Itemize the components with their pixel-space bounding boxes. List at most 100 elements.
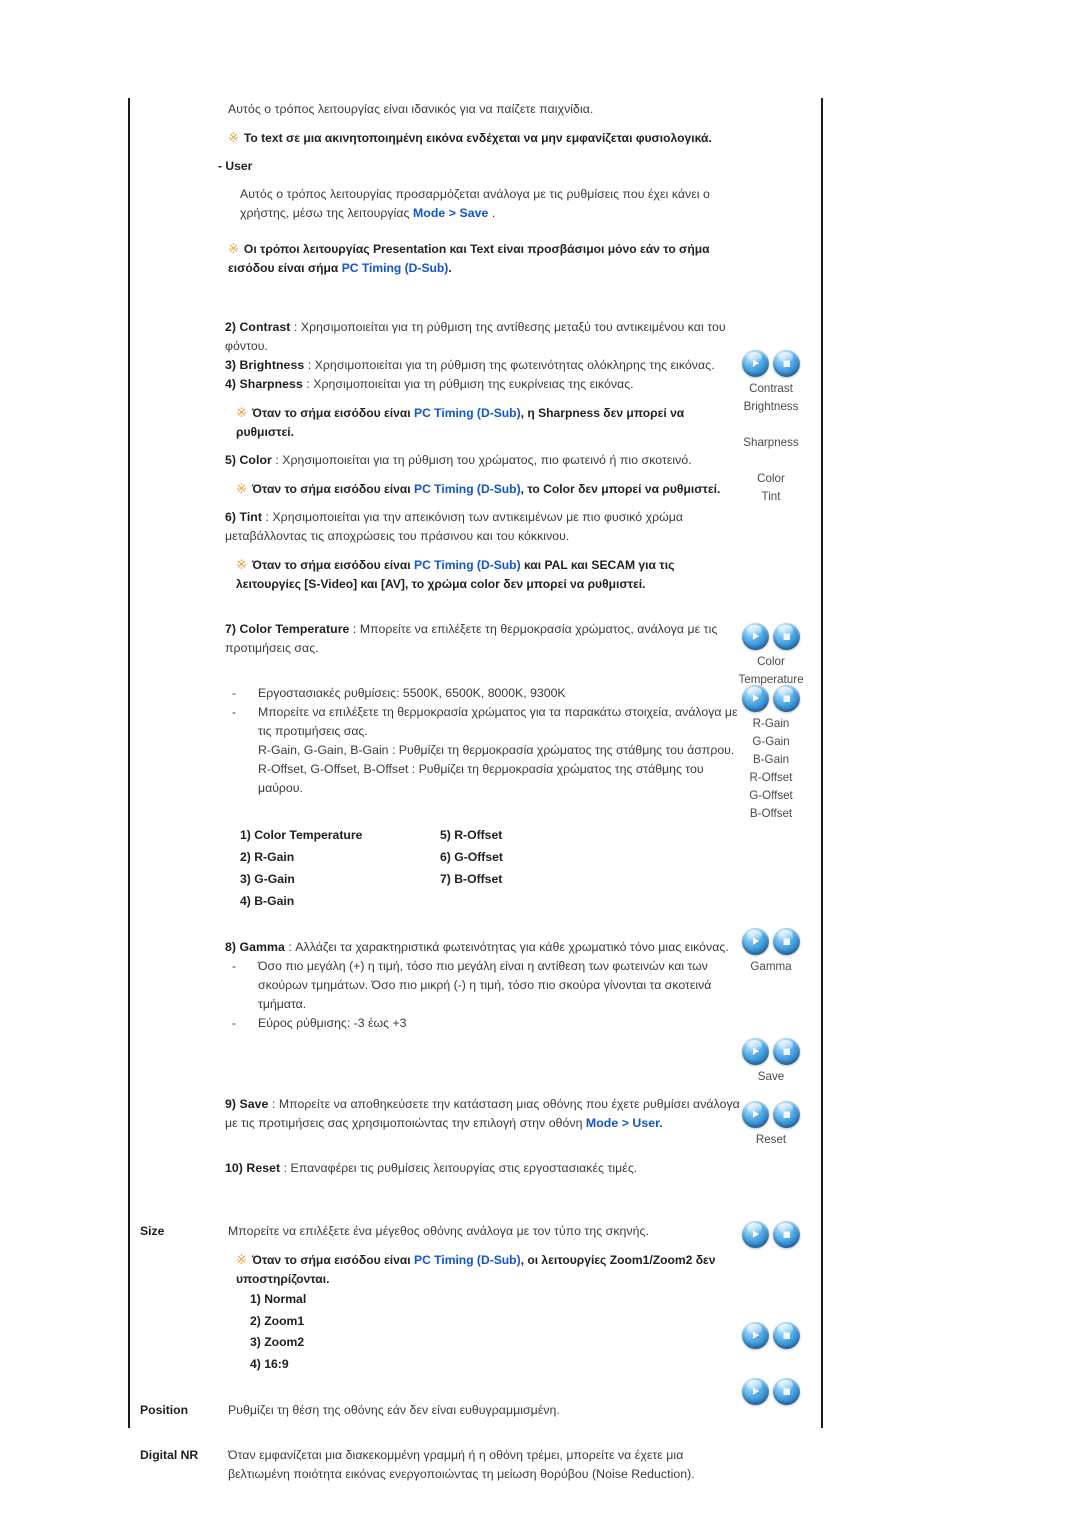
note-color: ※ Όταν το σήμα εισόδου είναι PC Timing (D… (236, 481, 721, 496)
list-item: 4) 16:9 (250, 1356, 289, 1371)
link-mode-user[interactable]: Mode > User. (586, 1116, 663, 1130)
item-save: 9) Save : Μπορείτε να αποθηκεύσετε την κ… (225, 1097, 740, 1130)
ct-offset-description: R-Offset, G-Offset, B-Offset : Ρυθμίζει … (258, 762, 704, 795)
link-pc-timing-dsub[interactable]: PC Timing (D-Sub) (414, 482, 521, 496)
play-orb-icon[interactable] (742, 928, 769, 955)
item-color: 5) Color : Χρησιμοποιείται για τη ρύθμισ… (225, 453, 692, 467)
stop-orb-icon[interactable] (773, 350, 800, 377)
play-orb-icon[interactable] (742, 350, 769, 377)
play-orb-icon[interactable] (742, 1378, 769, 1405)
orb-pair (725, 1101, 817, 1128)
size-option-list: 1) Normal 2) Zoom1 3) Zoom2 4) 16:9 (250, 1289, 740, 1375)
stop-orb-icon[interactable] (773, 1101, 800, 1128)
row-position: Position Ρυθμίζει τη θέση της οθόνης εάν… (140, 1401, 740, 1420)
manual-page: Αυτός ο τρόπος λειτουργίας είναι ιδανικό… (0, 0, 1080, 1527)
bullet-dash: - (232, 686, 237, 700)
note-asterisk-icon: ※ (228, 241, 239, 256)
play-orb-icon[interactable] (742, 1322, 769, 1349)
list-item: 4) B-Gain (240, 894, 295, 908)
ct-gain-description: R-Gain, G-Gain, B-Gain : Ρυθμίζει τη θερ… (258, 743, 735, 757)
item-brightness: 3) Brightness : Χρησιμοποιείται για τη ρ… (225, 358, 715, 372)
ct-factory-presets-row: - Εργοστασιακές ρυθμίσεις: 5500K, 6500K,… (232, 684, 740, 703)
stop-orb-icon[interactable] (773, 1221, 800, 1248)
position-description: Ρυθμίζει τη θέση της οθόνης εάν δεν είνα… (228, 1403, 560, 1417)
item-gamma: 8) Gamma : Αλλάζει τα χαρακτηριστικά φωτ… (225, 940, 729, 954)
gamma-range-row: - Εύρος ρύθμισης: -3 έως +3 (232, 1014, 740, 1033)
list-item: 3) Zoom2 (250, 1335, 305, 1349)
stop-orb-icon[interactable] (773, 1378, 800, 1405)
list-item: 3) G-Gain 7) B-Offset (240, 872, 503, 886)
rail-group-picture: Contrast Brightness Sharpness Color Tint (725, 350, 817, 506)
rail-group-size (725, 1221, 817, 1248)
rail-labels-reset: Reset (755, 1133, 787, 1146)
note-size: ※ Όταν το σήμα εισόδου είναι PC Timing (D… (236, 1252, 716, 1286)
orb-pair (725, 350, 817, 377)
term-digital-nr: Digital NR (140, 1448, 199, 1462)
rail-group-reset: Reset (725, 1101, 817, 1149)
rail-labels-save: Save (757, 1070, 785, 1083)
color-temperature-option-list: 1) Color Temperature 5) R-Offset 2) R-Ga… (240, 824, 570, 912)
stop-orb-icon[interactable] (773, 685, 800, 712)
list-item: 1) Color Temperature 5) R-Offset (240, 828, 503, 842)
rail-labels-color-temperature: Color Temperature (738, 655, 804, 686)
orb-pair (725, 685, 817, 712)
list-item: 2) Zoom1 (250, 1313, 305, 1328)
row-digital-nr: Digital NR Όταν εμφανίζεται μια διακεκομ… (140, 1446, 740, 1484)
orb-pair (725, 1322, 817, 1349)
rail-labels-gains-offsets: R-Gain G-Gain B-Gain R-Offset G-Offset B… (749, 717, 793, 820)
term-size: Size (140, 1224, 165, 1238)
rail-group-color-temperature: Color Temperature (725, 623, 817, 689)
note-asterisk-icon: ※ (228, 130, 239, 145)
intro-paragraph: Αυτός ο τρόπος λειτουργίας είναι ιδανικό… (228, 102, 594, 116)
list-item: 1) Normal (250, 1292, 307, 1306)
play-orb-icon[interactable] (742, 685, 769, 712)
link-pc-timing-dsub[interactable]: PC Timing (D-Sub) (414, 406, 521, 420)
orb-pair (725, 1378, 817, 1405)
stop-orb-icon[interactable] (773, 1038, 800, 1065)
link-mode-save[interactable]: Mode > Save (413, 206, 488, 220)
item-tint: 6) Tint : Χρησιμοποιείται για την απεικό… (225, 510, 684, 543)
stop-orb-icon[interactable] (773, 623, 800, 650)
rail-labels-picture: Contrast Brightness Sharpness Color Tint (743, 382, 799, 503)
note-still-image: ※ Το text σε μια ακινητοποιημένη εικόνα ε… (228, 130, 712, 145)
note-tint: ※ Όταν το σήμα εισόδου είναι PC Timing (D… (236, 557, 675, 591)
rail-group-gamma: Gamma (725, 928, 817, 976)
bullet-dash: - (232, 959, 237, 973)
item-contrast: 2) Contrast : Χρησιμοποιείται για τη ρύθ… (225, 320, 726, 353)
note-sharpness: ※ Όταν το σήμα εισόδου είναι PC Timing (D… (236, 405, 685, 439)
play-orb-icon[interactable] (742, 1038, 769, 1065)
stop-orb-icon[interactable] (773, 928, 800, 955)
stop-orb-icon[interactable] (773, 1322, 800, 1349)
right-border-rule (821, 98, 823, 1428)
term-position: Position (140, 1403, 189, 1417)
left-border-rule (128, 98, 130, 1428)
user-mode-description: Αυτός ο τρόπος λειτουργίας προσαρμόζεται… (240, 187, 710, 220)
note-asterisk-icon: ※ (236, 405, 247, 420)
size-description: Μπορείτε να επιλέξετε ένα μέγεθος οθόνης… (228, 1224, 649, 1238)
play-orb-icon[interactable] (742, 1101, 769, 1128)
rail-labels-gamma: Gamma (750, 960, 792, 973)
rail-group-save: Save (725, 1038, 817, 1086)
item-color-temperature: 7) Color Temperature : Μπορείτε να επιλέ… (225, 622, 718, 655)
rail-group-gains-offsets: R-Gain G-Gain B-Gain R-Offset G-Offset B… (725, 685, 817, 823)
orb-pair (725, 1221, 817, 1248)
row-size: Size Μπορείτε να επιλέξετε ένα μέγεθος ο… (140, 1222, 740, 1375)
note-presentation-text: ※ Οι τρόποι λειτουργίας Presentation και … (228, 241, 710, 275)
rail-group-position (725, 1322, 817, 1349)
gamma-value-description-row: - Όσο πιο μεγάλη (+) η τιμή, τόσο πιο με… (232, 957, 740, 1014)
link-pc-timing-dsub[interactable]: PC Timing (D-Sub) (414, 1253, 521, 1267)
play-orb-icon[interactable] (742, 623, 769, 650)
digital-nr-description: Όταν εμφανίζεται μια διακεκομμένη γραμμή… (228, 1448, 695, 1481)
bullet-dash: - (232, 705, 237, 719)
link-pc-timing-dsub[interactable]: PC Timing (D-Sub) (342, 261, 449, 275)
link-pc-timing-dsub[interactable]: PC Timing (D-Sub) (414, 558, 521, 572)
orb-pair (725, 1038, 817, 1065)
item-reset: 10) Reset : Επαναφέρει τις ρυθμίσεις λει… (225, 1161, 638, 1175)
ct-selectable-items-row: - Μπορείτε να επιλέξετε τη θερμοκρασία χ… (232, 703, 740, 741)
item-sharpness: 4) Sharpness : Χρησιμοποιείται για τη ρύ… (225, 377, 634, 391)
orb-pair (725, 623, 817, 650)
list-item: 2) R-Gain 6) G-Offset (240, 850, 503, 864)
note-asterisk-icon: ※ (236, 557, 247, 572)
play-orb-icon[interactable] (742, 1221, 769, 1248)
content-column: Αυτός ο τρόπος λειτουργίας είναι ιδανικό… (140, 100, 740, 1484)
